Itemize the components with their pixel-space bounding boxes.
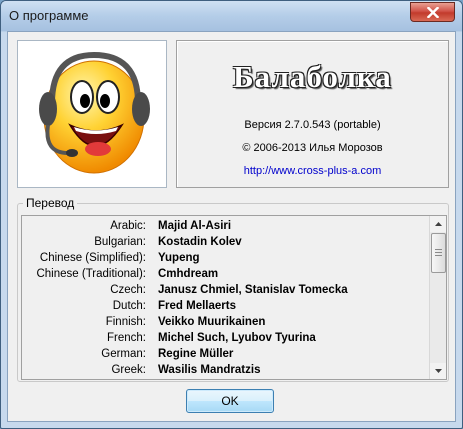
website-link[interactable]: http://www.cross-plus-a.com [177, 165, 448, 177]
language-label: Greek: [111, 364, 146, 376]
scroll-up-button[interactable] [430, 216, 446, 232]
list-item: Dutch: Fred Mellaerts [22, 299, 427, 315]
translator-name: Michel Such, Lyubov Tyurina [158, 332, 316, 344]
grip-line [435, 255, 442, 256]
list-item: Bulgarian: Kostadin Kolev [22, 235, 427, 251]
scroll-thumb[interactable] [431, 233, 446, 273]
app-name: Балаболка [233, 59, 392, 94]
translation-group-label: Перевод [23, 196, 78, 210]
language-label: German: [101, 348, 146, 360]
list-item: French: Michel Such, Lyubov Tyurina [22, 331, 427, 347]
language-label: Arabic: [110, 220, 146, 232]
grip-line [435, 249, 442, 250]
translator-name: Janusz Chmiel, Stanislav Tomecka [158, 284, 348, 296]
translator-name: Yupeng [158, 252, 200, 264]
list-item: Finnish: Veikko Muurikainen [22, 315, 427, 331]
arrow-up-icon [434, 222, 442, 226]
translator-name: Majid Al-Asiri [158, 220, 232, 232]
arrow-down-icon [434, 369, 442, 373]
translators-list[interactable]: Arabic: Majid Al-Asiri Bulgarian: Kostad… [21, 215, 447, 380]
window-title: О программе [9, 8, 89, 23]
translator-name: Wasilis Mandratzis [158, 364, 261, 376]
about-dialog: О программе Балаболка Версия 2.7.0.543 (… [0, 0, 463, 429]
language-label: Finnish: [105, 316, 146, 328]
language-label: Czech: [110, 284, 146, 296]
close-icon [426, 6, 439, 18]
list-item: Greek: Wasilis Mandratzis [22, 363, 427, 379]
version-label: Версия 2.7.0.543 (portable) [244, 119, 381, 131]
copyright-label: © 2006-2013 Илья Морозов [242, 142, 383, 154]
language-label: Dutch: [112, 300, 146, 312]
scroll-down-button[interactable] [430, 363, 446, 379]
language-label: French: [107, 332, 146, 344]
translator-name: Veikko Muurikainen [158, 316, 266, 328]
list-item: Arabic: Majid Al-Asiri [22, 219, 427, 235]
translation-group: Перевод Arabic: Majid Al-Asiri Bulgarian… [17, 196, 449, 382]
language-label: Chinese (Traditional): [36, 268, 146, 280]
language-label: Chinese (Simplified): [39, 252, 146, 264]
translator-name: Fred Mellaerts [158, 300, 236, 312]
translator-name: Regine Müller [158, 348, 234, 360]
translator-name: Kostadin Kolev [158, 236, 242, 248]
close-button[interactable] [410, 2, 455, 22]
grip-line [435, 252, 442, 253]
translator-name: Cmhdream [158, 268, 219, 280]
list-item: Chinese (Traditional): Cmhdream [22, 267, 427, 283]
ok-button[interactable]: OK [186, 389, 274, 413]
vertical-scrollbar[interactable] [429, 216, 446, 379]
language-label: Bulgarian: [94, 236, 146, 248]
list-item: Chinese (Simplified): Yupeng [22, 251, 427, 267]
dialog-body: Балаболка Версия 2.7.0.543 (portable) © … [7, 31, 456, 422]
smiley-headset-icon [39, 51, 150, 174]
logo-panel [17, 40, 167, 188]
program-info-panel: Балаболка Версия 2.7.0.543 (portable) © … [176, 40, 449, 188]
title-bar[interactable]: О программе [1, 1, 462, 31]
list-item: German: Regine Müller [22, 347, 427, 363]
list-item: Czech: Janusz Chmiel, Stanislav Tomecka [22, 283, 427, 299]
